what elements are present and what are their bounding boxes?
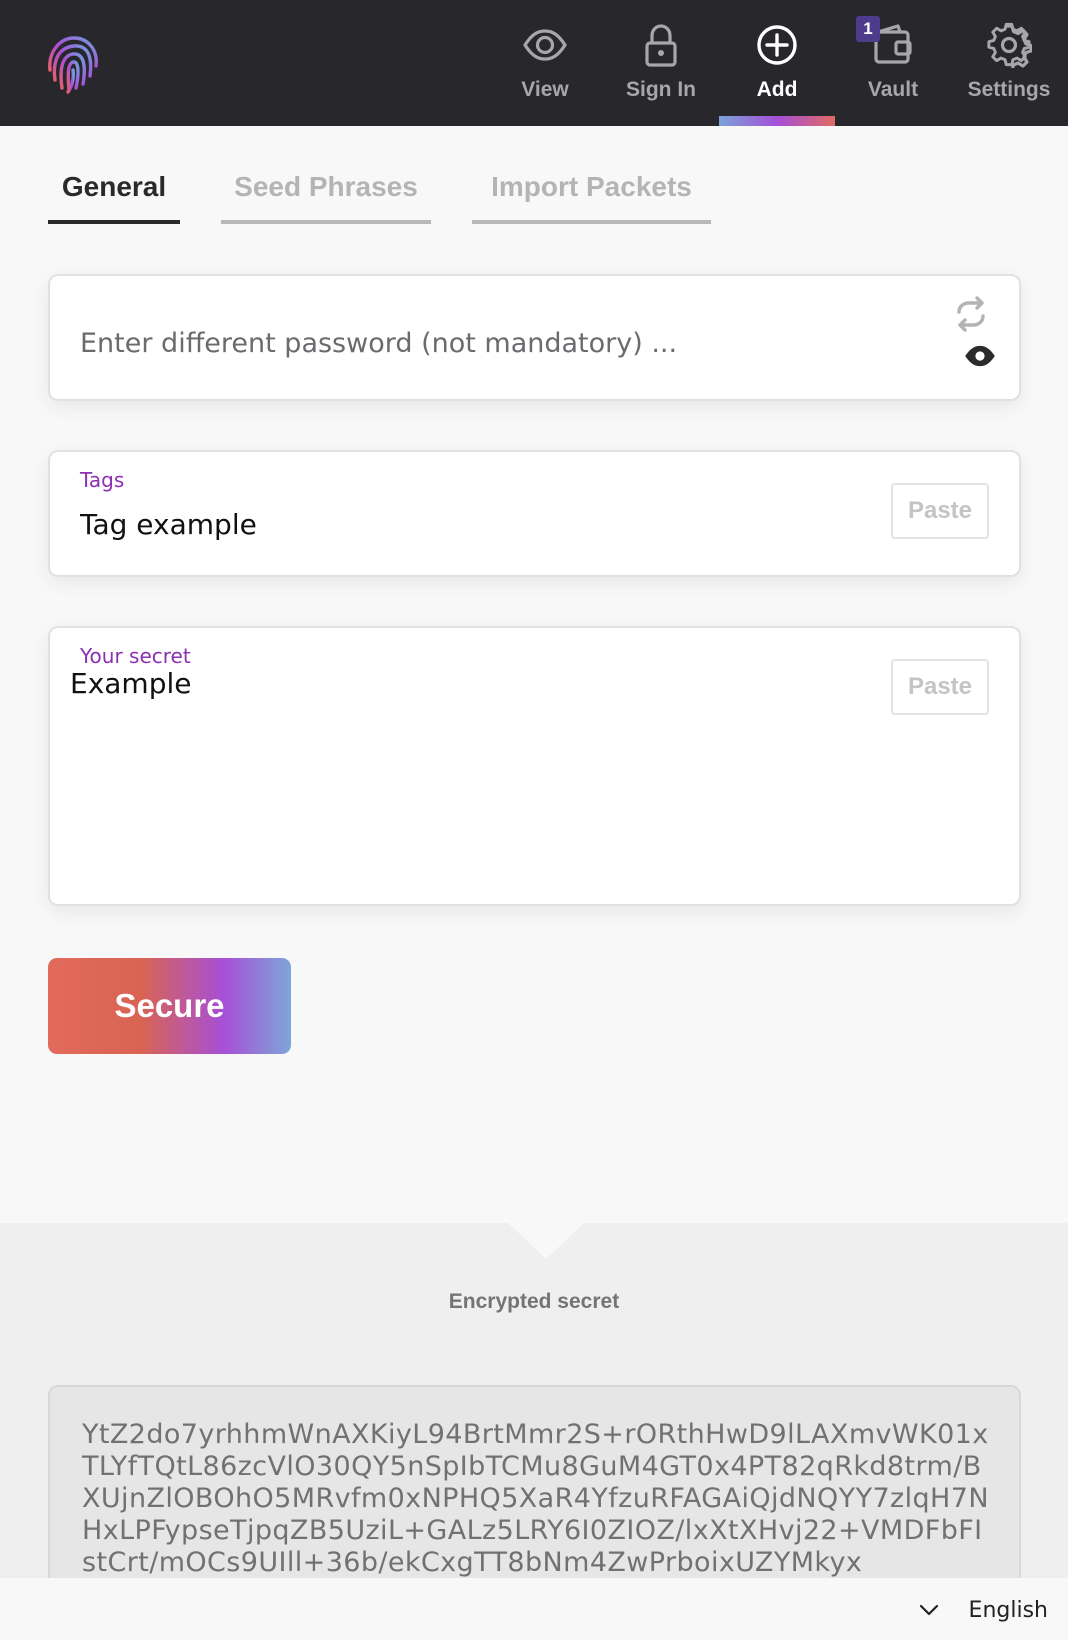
- nav-add-label: Add: [756, 78, 798, 101]
- encrypted-text[interactable]: YtZ2do7yrhhmWnAXKiyL94BrtMmr2S+rORthHwD9…: [82, 1419, 992, 1579]
- secret-textarea[interactable]: Example: [70, 666, 870, 866]
- nav-vault-label: Vault: [867, 78, 919, 101]
- plus-circle-icon: [757, 25, 797, 65]
- nav-sign-in-label: Sign In: [626, 78, 696, 101]
- footer-bar: English: [0, 1578, 1068, 1640]
- nav-view-label: View: [521, 78, 569, 101]
- tab-seed-phrases[interactable]: Seed Phrases: [221, 160, 431, 224]
- tags-input[interactable]: [80, 508, 840, 541]
- top-navigation: View Sign In Add 1 Vault Settings: [0, 0, 1068, 126]
- nav-settings-label: Settings: [967, 78, 1051, 101]
- panel-pointer: [508, 1223, 584, 1259]
- encrypted-title: Encrypted secret: [448, 1290, 620, 1313]
- password-input[interactable]: [80, 328, 860, 359]
- password-card: [48, 274, 1021, 401]
- eye-icon: [523, 29, 567, 61]
- secret-label: Your secret: [80, 644, 191, 668]
- refresh-icon[interactable]: [953, 296, 989, 332]
- language-select[interactable]: English: [919, 1592, 1048, 1628]
- tab-general[interactable]: General: [48, 160, 180, 224]
- secure-button[interactable]: Secure: [48, 958, 291, 1054]
- gear-icon: [987, 22, 1032, 68]
- lock-icon: [645, 24, 677, 67]
- nav-settings[interactable]: Settings: [951, 0, 1067, 126]
- nav-sign-in[interactable]: Sign In: [603, 0, 719, 126]
- secret-card: Your secret Example Paste: [48, 626, 1021, 906]
- chevron-down-icon: [919, 1604, 938, 1616]
- tags-card: Tags Paste: [48, 450, 1021, 577]
- nav-add[interactable]: Add: [719, 0, 835, 126]
- tags-label: Tags: [80, 468, 125, 492]
- nav-vault[interactable]: 1 Vault: [835, 0, 951, 126]
- tab-import-packets[interactable]: Import Packets: [472, 160, 711, 224]
- encrypted-output[interactable]: YtZ2do7yrhhmWnAXKiyL94BrtMmr2S+rORthHwD9…: [48, 1385, 1021, 1585]
- nav-view[interactable]: View: [487, 0, 603, 126]
- fingerprint-icon[interactable]: [40, 30, 106, 96]
- vault-count-badge: 1: [856, 16, 880, 42]
- tags-paste-button[interactable]: Paste: [891, 483, 989, 539]
- eye-toggle-icon[interactable]: [963, 344, 997, 368]
- language-label: English: [968, 1597, 1048, 1623]
- secret-paste-button[interactable]: Paste: [891, 659, 989, 715]
